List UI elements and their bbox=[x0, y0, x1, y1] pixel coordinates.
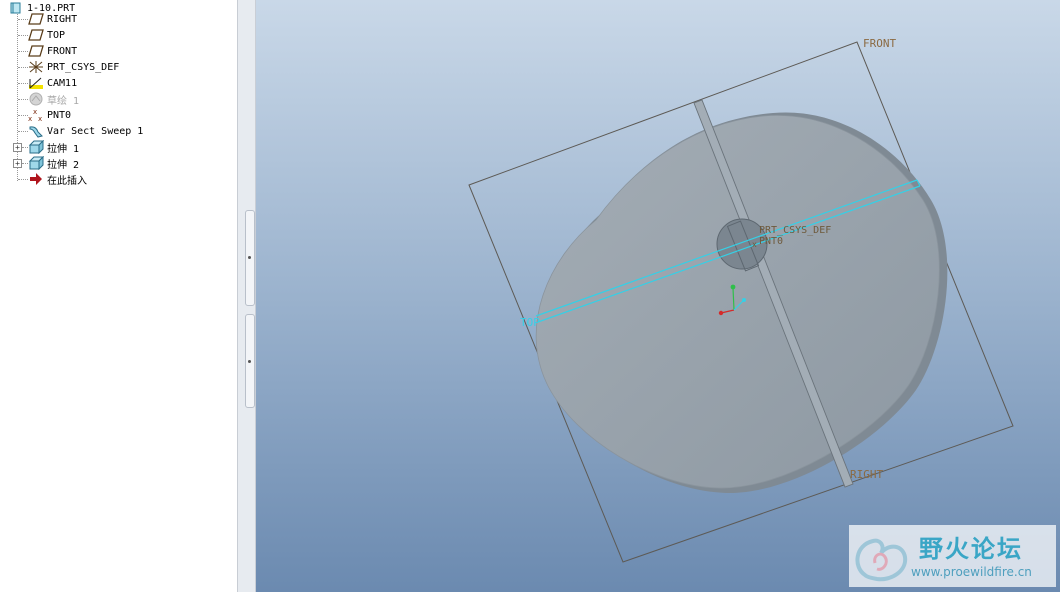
csys-z-axis bbox=[742, 298, 746, 302]
csys-y-axis bbox=[730, 284, 736, 290]
splitter-grip-lower[interactable] bbox=[245, 314, 255, 408]
svg-text:x: x bbox=[28, 115, 32, 122]
tree-connector bbox=[18, 99, 28, 100]
sweep-icon bbox=[28, 124, 44, 138]
part-icon bbox=[8, 1, 24, 15]
tree-item-label: CAM11 bbox=[47, 77, 78, 89]
datum-axis-icon bbox=[28, 76, 44, 90]
tree-connector bbox=[18, 51, 28, 52]
sketch-icon bbox=[28, 92, 44, 106]
extrude-icon bbox=[28, 156, 44, 170]
tree-connector bbox=[18, 115, 28, 116]
tree-item-label: 拉伸 1 bbox=[47, 143, 80, 155]
grip-dot bbox=[248, 256, 251, 259]
point-marker: x bbox=[752, 240, 757, 249]
top-plane-label[interactable]: TOP bbox=[520, 316, 540, 329]
tree-connector bbox=[18, 35, 28, 36]
tree-item-label: PNT0 bbox=[47, 109, 72, 121]
csys-label[interactable]: PRT_CSYS_DEF bbox=[759, 225, 831, 236]
datum-plane-icon bbox=[28, 28, 44, 42]
tree-item-front[interactable]: FRONT bbox=[28, 43, 77, 59]
tree-item-right[interactable]: RIGHT bbox=[28, 11, 77, 27]
tree-item-label: RIGHT bbox=[47, 13, 78, 25]
tree-item-cam11[interactable]: CAM11 bbox=[28, 75, 77, 91]
tree-item-extrude-2[interactable]: 拉伸 2 bbox=[28, 155, 79, 171]
graphics-viewport[interactable]: x FRONT TOP RIGHT PRT_CSYS_DEF PNT0 bbox=[256, 0, 1060, 592]
tree-item-pnt0[interactable]: xxx PNT0 bbox=[28, 107, 71, 123]
watermark-url: www.proewildfire.cn bbox=[911, 565, 1032, 579]
tree-item-sketch[interactable]: 草绘 1 bbox=[28, 91, 79, 107]
extrude-icon bbox=[28, 140, 44, 154]
forum-watermark: 野火论坛 www.proewildfire.cn bbox=[849, 525, 1056, 587]
tree-connector bbox=[18, 67, 28, 68]
svg-text:x: x bbox=[33, 108, 37, 116]
point-label[interactable]: PNT0 bbox=[759, 236, 783, 247]
datum-plane-icon bbox=[28, 44, 44, 58]
tree-item-label: 草绘 1 bbox=[47, 95, 80, 107]
tree-item-sweep[interactable]: Var Sect Sweep 1 bbox=[28, 123, 143, 139]
tree-connector bbox=[18, 83, 28, 84]
tree-item-label: FRONT bbox=[47, 45, 78, 57]
model-canvas[interactable]: x bbox=[256, 0, 1060, 592]
coordinate-system-icon bbox=[28, 60, 44, 74]
front-plane-label[interactable]: FRONT bbox=[863, 37, 896, 50]
datum-plane-icon bbox=[28, 12, 44, 26]
tree-item-csys[interactable]: PRT_CSYS_DEF bbox=[28, 59, 119, 75]
datum-point-icon: xxx bbox=[28, 108, 44, 122]
splitter-grip-upper[interactable] bbox=[245, 210, 255, 306]
tree-connector bbox=[18, 179, 28, 180]
expand-toggle[interactable]: + bbox=[13, 143, 22, 152]
right-plane-label[interactable]: RIGHT bbox=[850, 468, 883, 481]
model-tree: 1-10.PRT RIGHT TOP FRONT PRT_CSYS_DEF CA… bbox=[0, 0, 238, 592]
tree-item-label: 拉伸 2 bbox=[47, 159, 80, 171]
expand-toggle[interactable]: + bbox=[13, 159, 22, 168]
insert-here-arrow-icon bbox=[28, 172, 44, 186]
tree-item-label: TOP bbox=[47, 29, 66, 41]
panel-splitter[interactable] bbox=[238, 0, 256, 592]
tree-item-top[interactable]: TOP bbox=[28, 27, 65, 43]
tree-item-insert-here[interactable]: 在此插入 bbox=[28, 171, 87, 187]
watermark-title: 野火论坛 bbox=[919, 535, 1023, 563]
tree-item-label: Var Sect Sweep 1 bbox=[47, 125, 144, 137]
svg-text:x: x bbox=[38, 115, 42, 122]
tree-connector bbox=[18, 131, 28, 132]
tree-item-extrude-1[interactable]: 拉伸 1 bbox=[28, 139, 79, 155]
csys-x-axis bbox=[718, 310, 724, 316]
tree-item-label: 在此插入 bbox=[47, 175, 87, 187]
tree-connector bbox=[18, 19, 28, 20]
flame-logo-icon bbox=[855, 538, 908, 582]
grip-dot bbox=[248, 360, 251, 363]
tree-connector bbox=[17, 11, 18, 181]
tree-item-label: PRT_CSYS_DEF bbox=[47, 61, 120, 73]
